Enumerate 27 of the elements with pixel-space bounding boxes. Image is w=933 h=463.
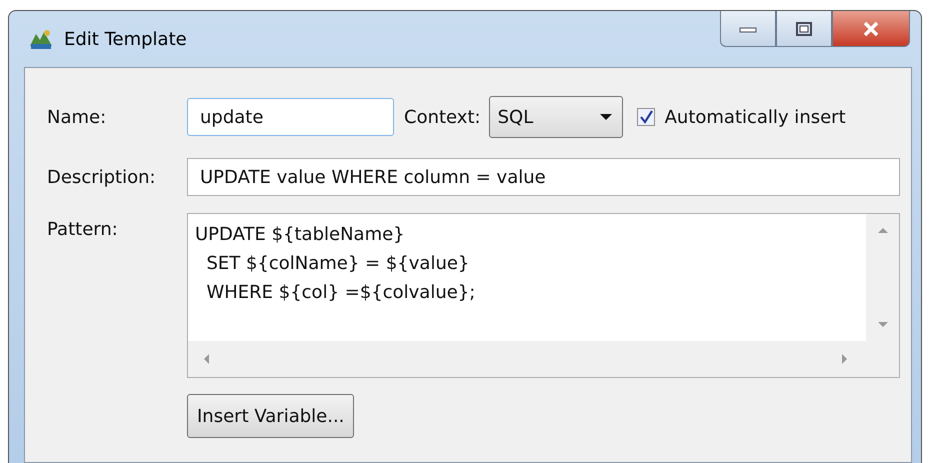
code-line: WHERE ${col} =${colvalue}; xyxy=(205,281,476,305)
minimize-button[interactable] xyxy=(720,11,776,47)
checkbox[interactable] xyxy=(636,108,655,126)
description-label: Description: xyxy=(47,166,157,188)
scroll-up-icon[interactable] xyxy=(876,226,888,234)
name-field[interactable]: update xyxy=(187,98,394,136)
caret-icon xyxy=(600,113,612,121)
insert-variable-button[interactable]: Insert Variable... xyxy=(187,394,354,438)
close-button[interactable] xyxy=(832,11,910,47)
maximize-button[interactable] xyxy=(776,11,832,47)
maximize-icon xyxy=(795,20,813,36)
minimize-icon xyxy=(739,24,757,32)
auto-insert-label: Automatically insert xyxy=(664,106,846,128)
context-label: Context: xyxy=(404,106,481,128)
scroll-right-icon[interactable] xyxy=(841,353,849,365)
scroll-down-icon[interactable] xyxy=(876,321,888,329)
close-icon xyxy=(861,20,881,36)
code-line: SET ${colName} = ${value} xyxy=(205,252,470,276)
name-label: Name: xyxy=(47,106,108,128)
vertical-scrollbar[interactable] xyxy=(866,214,899,341)
pattern-label: Pattern: xyxy=(47,218,119,240)
window-title: Edit Template xyxy=(64,28,187,50)
code-line: UPDATE ${tableName} xyxy=(195,223,405,247)
scroll-left-icon[interactable] xyxy=(202,353,210,365)
context-dropdown[interactable]: SQL xyxy=(488,96,623,138)
description-field[interactable]: UPDATE value WHERE column = value xyxy=(187,158,900,196)
pattern-editor[interactable]: UPDATE ${tableName} SET ${colName} = ${value} WHERE ${col} =${colvalue}; xyxy=(187,213,900,378)
